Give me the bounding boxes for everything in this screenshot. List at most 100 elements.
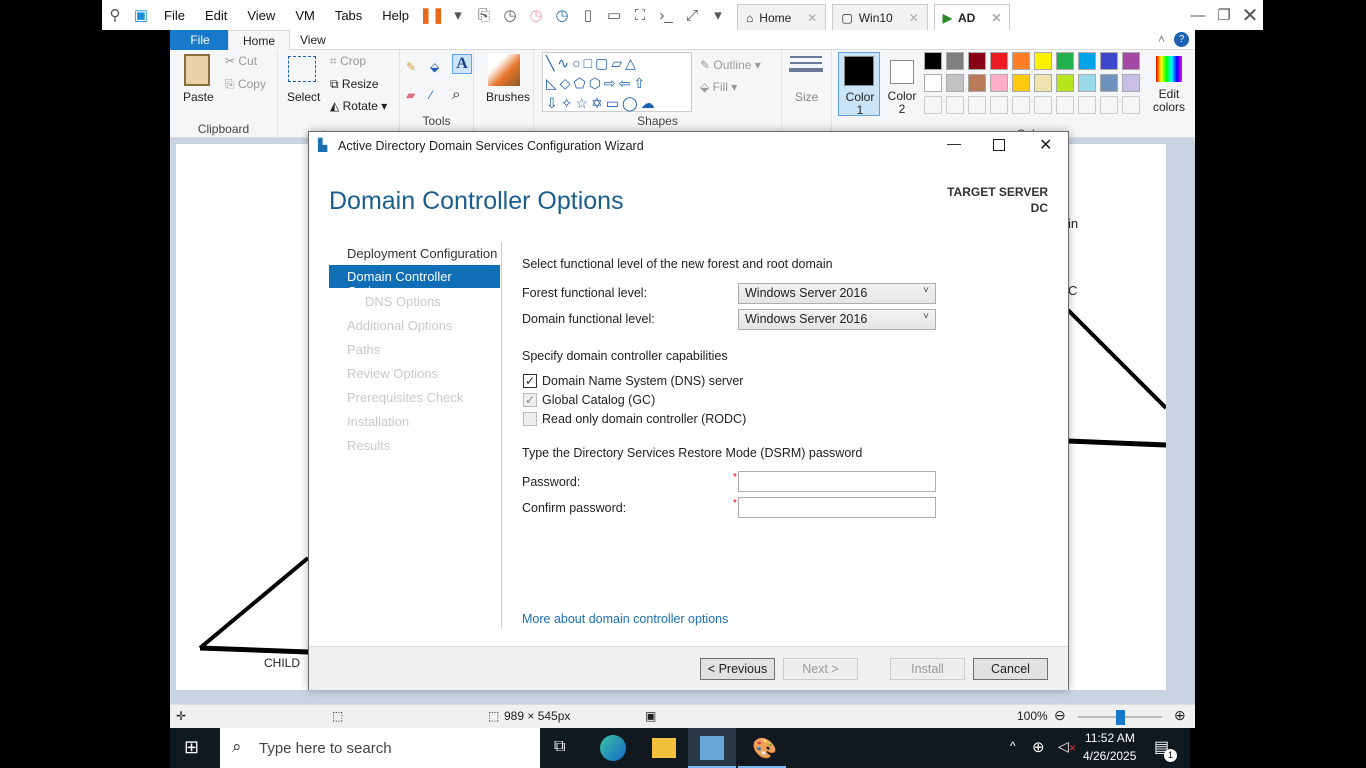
- select-button[interactable]: Select: [287, 90, 320, 104]
- collapse-ribbon-icon[interactable]: ˄: [1158, 32, 1165, 46]
- dropdown-icon[interactable]: ▾: [445, 3, 471, 27]
- more-about-link[interactable]: More about domain controller options: [522, 612, 728, 626]
- pin-icon[interactable]: ⚲: [102, 3, 128, 27]
- menu-help[interactable]: Help: [382, 8, 409, 23]
- menu-file[interactable]: File: [164, 8, 185, 23]
- close-icon[interactable]: ✕: [991, 11, 1001, 25]
- file-explorer-icon[interactable]: [652, 738, 676, 758]
- stretch-icon[interactable]: ⤢: [679, 3, 705, 27]
- zoom-in-button[interactable]: ⊕: [1174, 707, 1186, 724]
- palette-empty-swatch[interactable]: [1056, 96, 1074, 114]
- palette-color-swatch[interactable]: [946, 52, 964, 70]
- cancel-button[interactable]: Cancel: [973, 658, 1048, 680]
- snapshot-manager-icon[interactable]: ◷: [549, 3, 575, 27]
- tab-win10[interactable]: ▢ Win10 ✕: [832, 4, 928, 30]
- select-icon[interactable]: [288, 56, 316, 82]
- palette-color-swatch[interactable]: [946, 74, 964, 92]
- menu-vm[interactable]: VM: [295, 8, 315, 23]
- revert-snapshot-icon[interactable]: ◷: [523, 3, 549, 27]
- nav-deployment-configuration[interactable]: Deployment Configuration: [347, 246, 497, 261]
- copy-button[interactable]: ⎘ Copy: [225, 77, 266, 92]
- palette-color-swatch[interactable]: [924, 52, 942, 70]
- forest-level-select[interactable]: Windows Server 2016: [738, 283, 936, 304]
- confirm-password-input[interactable]: [738, 497, 936, 518]
- search-box[interactable]: ⌕ Type here to search: [220, 728, 540, 768]
- palette-color-swatch[interactable]: [1012, 52, 1030, 70]
- palette-empty-swatch[interactable]: [990, 96, 1008, 114]
- palette-empty-swatch[interactable]: [946, 96, 964, 114]
- palette-empty-swatch[interactable]: [1100, 96, 1118, 114]
- palette-color-swatch[interactable]: [1012, 74, 1030, 92]
- palette-color-swatch[interactable]: [990, 74, 1008, 92]
- text-tool-icon[interactable]: A: [452, 54, 472, 74]
- fullscreen-icon[interactable]: ⛶: [627, 3, 653, 27]
- magnifier-icon[interactable]: ⌕: [452, 86, 460, 103]
- palette-color-swatch[interactable]: [1100, 52, 1118, 70]
- start-button[interactable]: ⊞: [184, 737, 199, 758]
- rodc-checkbox[interactable]: [523, 412, 537, 426]
- gc-checkbox[interactable]: ✓: [523, 393, 537, 407]
- palette-color-swatch[interactable]: [924, 74, 942, 92]
- pause-icon[interactable]: ❚❚: [419, 3, 445, 27]
- dns-checkbox[interactable]: ✓: [523, 374, 537, 388]
- palette-color-swatch[interactable]: [1056, 74, 1074, 92]
- nav-domain-controller-options[interactable]: Domain Controller Options: [329, 265, 500, 299]
- palette-empty-swatch[interactable]: [1078, 96, 1096, 114]
- menu-edit[interactable]: Edit: [205, 8, 227, 23]
- brushes-group[interactable]: Brushes: [474, 50, 534, 138]
- tab-home[interactable]: Home: [228, 30, 291, 50]
- palette-color-swatch[interactable]: [1122, 74, 1140, 92]
- palette-empty-swatch[interactable]: [924, 96, 942, 114]
- tab-ad[interactable]: ▶ AD ✕: [933, 4, 1011, 30]
- rotate-button[interactable]: ◭ Rotate ▾: [330, 99, 387, 113]
- edge-icon[interactable]: [600, 735, 626, 761]
- menu-tabs[interactable]: Tabs: [335, 8, 362, 23]
- next-button[interactable]: Next >: [783, 658, 858, 680]
- palette-color-swatch[interactable]: [1122, 52, 1140, 70]
- pencil-icon[interactable]: ✎: [406, 60, 416, 74]
- palette-color-swatch[interactable]: [1078, 52, 1096, 70]
- server-manager-taskbar-button[interactable]: [688, 728, 736, 768]
- color1-button[interactable]: Color 1: [838, 52, 880, 117]
- paste-button[interactable]: Paste: [183, 90, 214, 104]
- cut-button[interactable]: ✂ Cut: [225, 54, 257, 68]
- palette-empty-swatch[interactable]: [1012, 96, 1030, 114]
- help-icon[interactable]: ?: [1174, 32, 1189, 47]
- crop-button[interactable]: ⌗ Crop: [330, 54, 366, 69]
- restore-icon[interactable]: ❐: [1211, 3, 1237, 27]
- clock-time[interactable]: 11:52 AM: [1085, 731, 1135, 745]
- palette-empty-swatch[interactable]: [968, 96, 986, 114]
- palette-color-swatch[interactable]: [968, 52, 986, 70]
- network-icon[interactable]: ⊕: [1032, 738, 1045, 756]
- palette-empty-swatch[interactable]: [1122, 96, 1140, 114]
- palette-color-swatch[interactable]: [1034, 74, 1052, 92]
- fill-button[interactable]: ⬙ Fill ▾: [700, 80, 737, 94]
- volume-muted-icon[interactable]: ◁✕: [1058, 738, 1076, 755]
- previous-button[interactable]: < Previous: [700, 658, 775, 680]
- paste-icon[interactable]: [184, 54, 210, 86]
- brushes-button[interactable]: Brushes: [486, 90, 530, 104]
- palette-color-swatch[interactable]: [990, 52, 1008, 70]
- close-icon[interactable]: ✕: [909, 11, 919, 25]
- shapes-gallery[interactable]: ╲∿○□▢▱△ ◺◇⬠⬡⇨⇦⇧ ⇩✧☆✡▭◯☁: [542, 52, 692, 112]
- minimize-icon[interactable]: —: [1185, 3, 1211, 27]
- palette-color-swatch[interactable]: [1078, 74, 1096, 92]
- resize-button[interactable]: ⧉ Resize: [330, 77, 379, 92]
- palette-color-swatch[interactable]: [1034, 52, 1052, 70]
- view-sidebar-icon[interactable]: ▯: [575, 3, 601, 27]
- console-icon[interactable]: ›_: [653, 3, 679, 27]
- menu-view[interactable]: View: [247, 8, 275, 23]
- task-view-icon[interactable]: ⧉: [554, 738, 565, 756]
- outline-button[interactable]: ✎ Outline ▾: [700, 58, 761, 72]
- paint-taskbar-button[interactable]: 🎨: [738, 728, 786, 768]
- maximize-button[interactable]: [993, 139, 1005, 151]
- close-icon[interactable]: ✕: [1237, 3, 1263, 27]
- install-button[interactable]: Install: [890, 658, 965, 680]
- close-icon[interactable]: ✕: [807, 11, 817, 25]
- minimize-button[interactable]: —: [947, 135, 961, 151]
- edit-colors-button[interactable]: Edit colors: [1148, 52, 1190, 118]
- domain-level-select[interactable]: Windows Server 2016: [738, 309, 936, 330]
- eraser-icon[interactable]: ▰: [406, 88, 415, 102]
- view-thumbnail-icon[interactable]: ▭: [601, 3, 627, 27]
- size-button[interactable]: Size: [782, 50, 832, 138]
